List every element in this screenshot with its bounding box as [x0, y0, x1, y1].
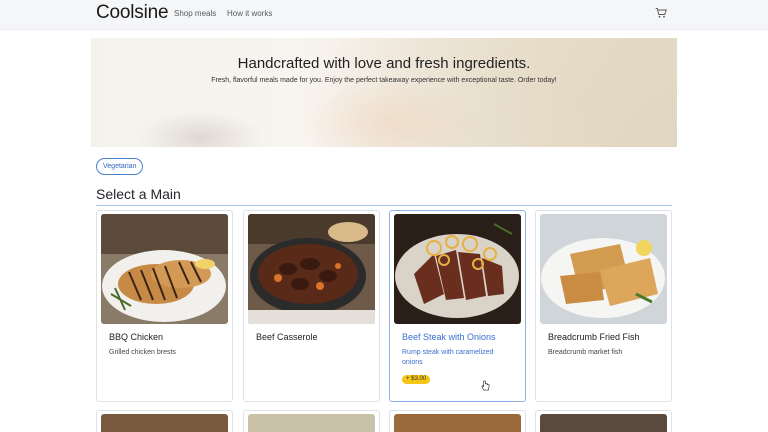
price-badge: + $3.00 — [402, 375, 431, 384]
meal-card-breadcrumb-fried-fish[interactable]: Breadcrumb Fried Fish Breadcrumb market … — [535, 210, 672, 402]
meal-image-beef-casserole — [248, 214, 375, 324]
filter-vegetarian[interactable]: Vegetarian — [96, 158, 144, 175]
meal-card-row2-2[interactable] — [243, 410, 380, 432]
meal-image-breadcrumb-fried-fish — [540, 214, 667, 324]
meal-card-bbq-chicken[interactable]: BBQ Chicken Grilled chicken brests — [96, 210, 233, 402]
meal-title: Breadcrumb Fried Fish — [548, 332, 640, 342]
brand-logo[interactable]: Coolsine — [96, 2, 169, 24]
meal-title: BBQ Chicken — [109, 332, 164, 342]
meal-card-row2-1[interactable] — [96, 410, 233, 432]
hero-subtitle: Fresh, flavorful meals made for you. Enj… — [211, 77, 557, 84]
meal-image-beef-steak-with-onions — [394, 214, 521, 324]
meal-description: Breadcrumb market fish — [548, 349, 623, 356]
meal-title: Beef Casserole — [256, 332, 318, 342]
meal-title: Beef Steak with Onions — [402, 332, 496, 342]
meal-image — [540, 414, 667, 432]
meal-description: Rump steak with caramelized onions — [402, 349, 494, 366]
hand-pointer-icon — [481, 380, 490, 391]
meal-image — [101, 414, 228, 432]
meal-card-row2-3[interactable] — [389, 410, 526, 432]
navbar: Coolsine Shop meals How it works — [0, 0, 768, 30]
meal-image-bbq-chicken — [101, 214, 228, 324]
hero-banner: Handcrafted with love and fresh ingredie… — [91, 38, 677, 147]
nav-link-shop-meals[interactable]: Shop meals — [174, 9, 216, 18]
meal-card-row2-4[interactable] — [535, 410, 672, 432]
hero-title: Handcrafted with love and fresh ingredie… — [237, 55, 531, 72]
shopping-cart-icon[interactable] — [655, 7, 667, 19]
meal-description: Grilled chicken brests — [109, 349, 176, 356]
nav-link-how-it-works[interactable]: How it works — [227, 9, 272, 18]
meal-card-beef-casserole[interactable]: Beef Casserole — [243, 210, 380, 402]
meal-image — [394, 414, 521, 432]
meal-card-beef-steak-with-onions[interactable]: Beef Steak with Onions Rump steak with c… — [389, 210, 526, 402]
meal-image — [248, 414, 375, 432]
section-divider — [96, 205, 672, 206]
section-title: Select a Main — [96, 186, 181, 202]
